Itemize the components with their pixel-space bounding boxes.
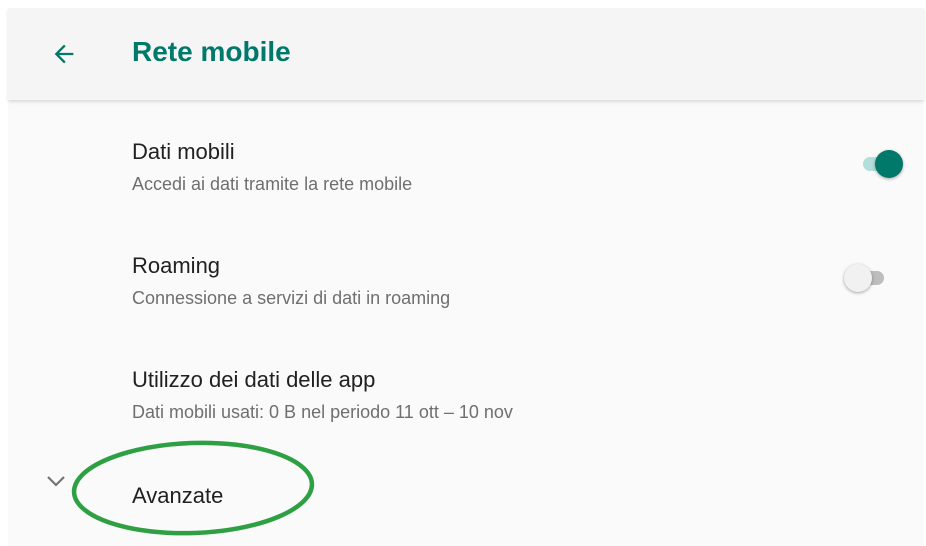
arrow-left-icon <box>54 44 74 64</box>
app-bar: Rete mobile <box>8 8 924 100</box>
setting-subtitle: Accedi ai dati tramite la rete mobile <box>132 174 413 194</box>
setting-subtitle: Dati mobili usati: 0 B nel periodo 11 ot… <box>132 402 513 422</box>
setting-title: Utilizzo dei dati delle app <box>132 367 376 392</box>
setting-roaming[interactable]: Roaming Connessione a servizi di dati in… <box>8 214 924 328</box>
toggle-thumb <box>875 150 903 178</box>
mobile-data-toggle[interactable] <box>857 147 903 181</box>
chevron-down-icon <box>47 476 65 487</box>
screen: Rete mobile Dati mobili Accedi ai dati t… <box>0 0 926 546</box>
setting-subtitle: Connessione a servizi di dati in roaming <box>132 288 451 308</box>
advanced-label: Avanzate <box>132 483 224 508</box>
back-button[interactable] <box>42 32 86 76</box>
setting-title: Dati mobili <box>132 139 235 164</box>
page-title: Rete mobile <box>132 36 291 67</box>
roaming-toggle[interactable] <box>844 261 890 295</box>
toggle-thumb <box>844 264 872 292</box>
setting-advanced[interactable]: Avanzate <box>8 442 924 546</box>
settings-screen: Rete mobile Dati mobili Accedi ai dati t… <box>8 8 924 546</box>
setting-mobile-data[interactable]: Dati mobili Accedi ai dati tramite la re… <box>8 100 924 214</box>
setting-title: Roaming <box>132 253 221 278</box>
settings-list: Dati mobili Accedi ai dati tramite la re… <box>8 100 924 546</box>
setting-app-data-usage[interactable]: Utilizzo dei dati delle app Dati mobili … <box>8 328 924 442</box>
